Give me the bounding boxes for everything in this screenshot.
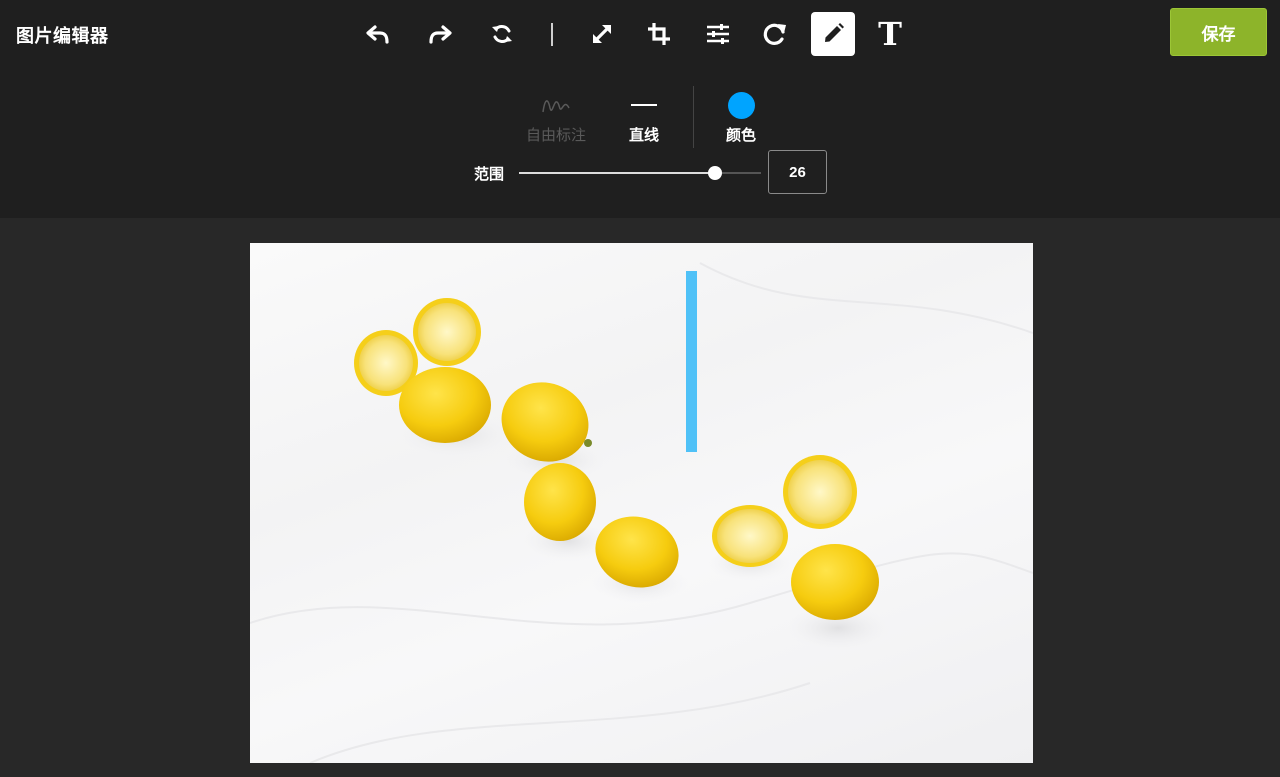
line-label: 直线 — [628, 126, 659, 144]
save-button[interactable]: 保存 — [1170, 8, 1267, 56]
adjust-icon — [707, 24, 729, 44]
editor-header: 图片编辑器 T 保存 自由标注 直线 颜色 范围 26 — [0, 0, 1280, 218]
crop-icon — [648, 23, 670, 45]
rotate-icon — [763, 23, 786, 45]
freehand-option[interactable]: 自由标注 — [516, 86, 596, 152]
redo-icon — [429, 25, 452, 44]
color-swatch — [727, 91, 755, 119]
crop-button[interactable] — [637, 12, 681, 56]
range-slider[interactable] — [519, 165, 761, 181]
adjust-button[interactable] — [696, 12, 740, 56]
rotate-button[interactable] — [753, 12, 797, 56]
slider-thumb[interactable] — [708, 166, 723, 180]
resize-icon — [593, 25, 611, 43]
toolbar-divider — [551, 23, 553, 46]
reset-button[interactable] — [480, 12, 524, 56]
resize-button[interactable] — [580, 12, 624, 56]
undo-icon — [366, 25, 389, 44]
draw-button[interactable] — [811, 12, 855, 56]
color-label: 颜色 — [725, 126, 756, 144]
reset-icon — [492, 25, 512, 43]
freehand-label: 自由标注 — [525, 126, 586, 144]
main-toolbar: T — [0, 12, 1280, 56]
drawn-line-annotation[interactable] — [686, 271, 697, 452]
color-option[interactable]: 颜色 — [701, 86, 781, 152]
line-icon — [631, 104, 657, 106]
undo-button[interactable] — [356, 12, 400, 56]
range-label: 范围 — [474, 165, 505, 183]
redo-button[interactable] — [418, 12, 462, 56]
range-control: 范围 — [0, 150, 1280, 194]
range-value-input[interactable] — [768, 150, 827, 194]
text-button[interactable]: T — [868, 12, 912, 56]
options-divider — [693, 86, 694, 148]
line-option[interactable]: 直线 — [604, 86, 684, 152]
lemons-photo — [250, 262, 1033, 763]
freehand-icon — [542, 100, 570, 113]
text-icon: T — [878, 15, 902, 53]
slider-fill — [519, 172, 716, 174]
draw-options-bar: 自由标注 直线 颜色 — [0, 86, 1280, 152]
pencil-icon — [825, 23, 844, 42]
photo-canvas[interactable] — [250, 243, 1033, 763]
